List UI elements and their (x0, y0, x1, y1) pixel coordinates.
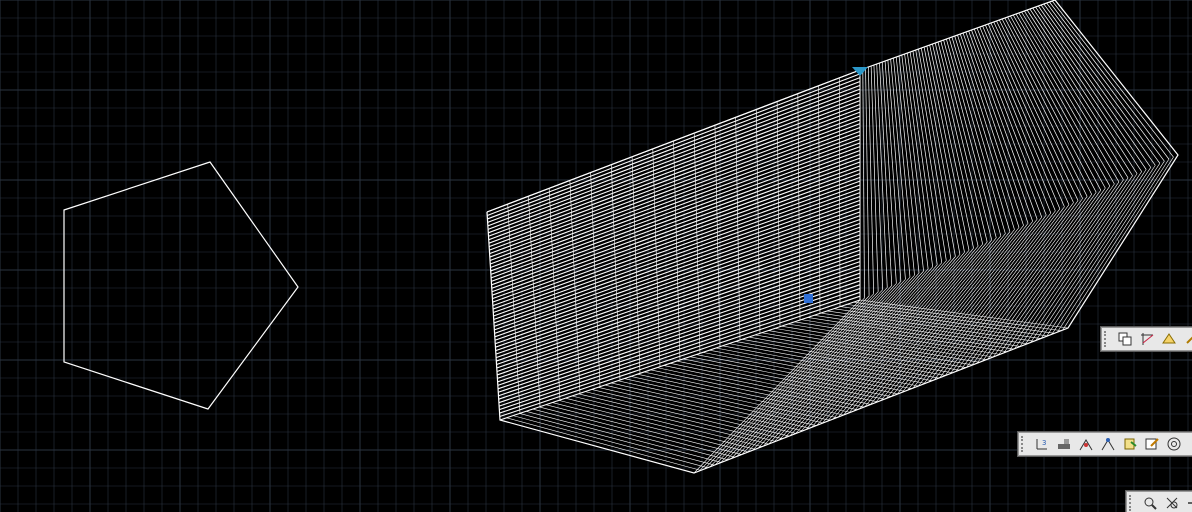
zoom-window-icon[interactable] (1162, 493, 1182, 512)
copy-objects-icon[interactable] (1115, 329, 1135, 349)
trim-icon[interactable] (1137, 329, 1157, 349)
svg-text:3: 3 (1042, 439, 1046, 447)
align-icon[interactable] (1054, 434, 1074, 454)
grip-handle-center[interactable] (804, 294, 813, 303)
ucs-icon[interactable]: 3 (1032, 434, 1052, 454)
snap-icon[interactable] (1076, 434, 1096, 454)
background-grid (0, 0, 1192, 512)
pentagon-polyline[interactable] (63, 161, 299, 410)
floating-toolbar-modify[interactable] (1101, 327, 1192, 351)
prism-bottom-face (499, 299, 1069, 474)
more-icon[interactable] (1186, 434, 1192, 454)
extruded-hexagonal-prism[interactable] (486, 0, 1179, 474)
pan-icon[interactable] (1184, 493, 1192, 512)
node-snap-icon[interactable] (1098, 434, 1118, 454)
circle-center-icon[interactable] (1164, 434, 1184, 454)
model-space-viewport[interactable]: 3 (0, 0, 1192, 512)
toolbar-grip[interactable] (1104, 331, 1111, 347)
drawing-canvas[interactable] (0, 0, 1192, 512)
edit-text-icon[interactable] (1142, 434, 1162, 454)
toolbar-grip[interactable] (1021, 436, 1028, 452)
floating-toolbar-zoom[interactable] (1126, 491, 1192, 512)
zoom-realtime-icon[interactable] (1140, 493, 1160, 512)
more-icon[interactable] (1181, 329, 1192, 349)
insert-block-icon[interactable] (1120, 434, 1140, 454)
floating-toolbar-dimension[interactable]: 3 (1018, 432, 1192, 456)
toolbar-grip[interactable] (1129, 495, 1136, 511)
erase-icon[interactable] (1159, 329, 1179, 349)
